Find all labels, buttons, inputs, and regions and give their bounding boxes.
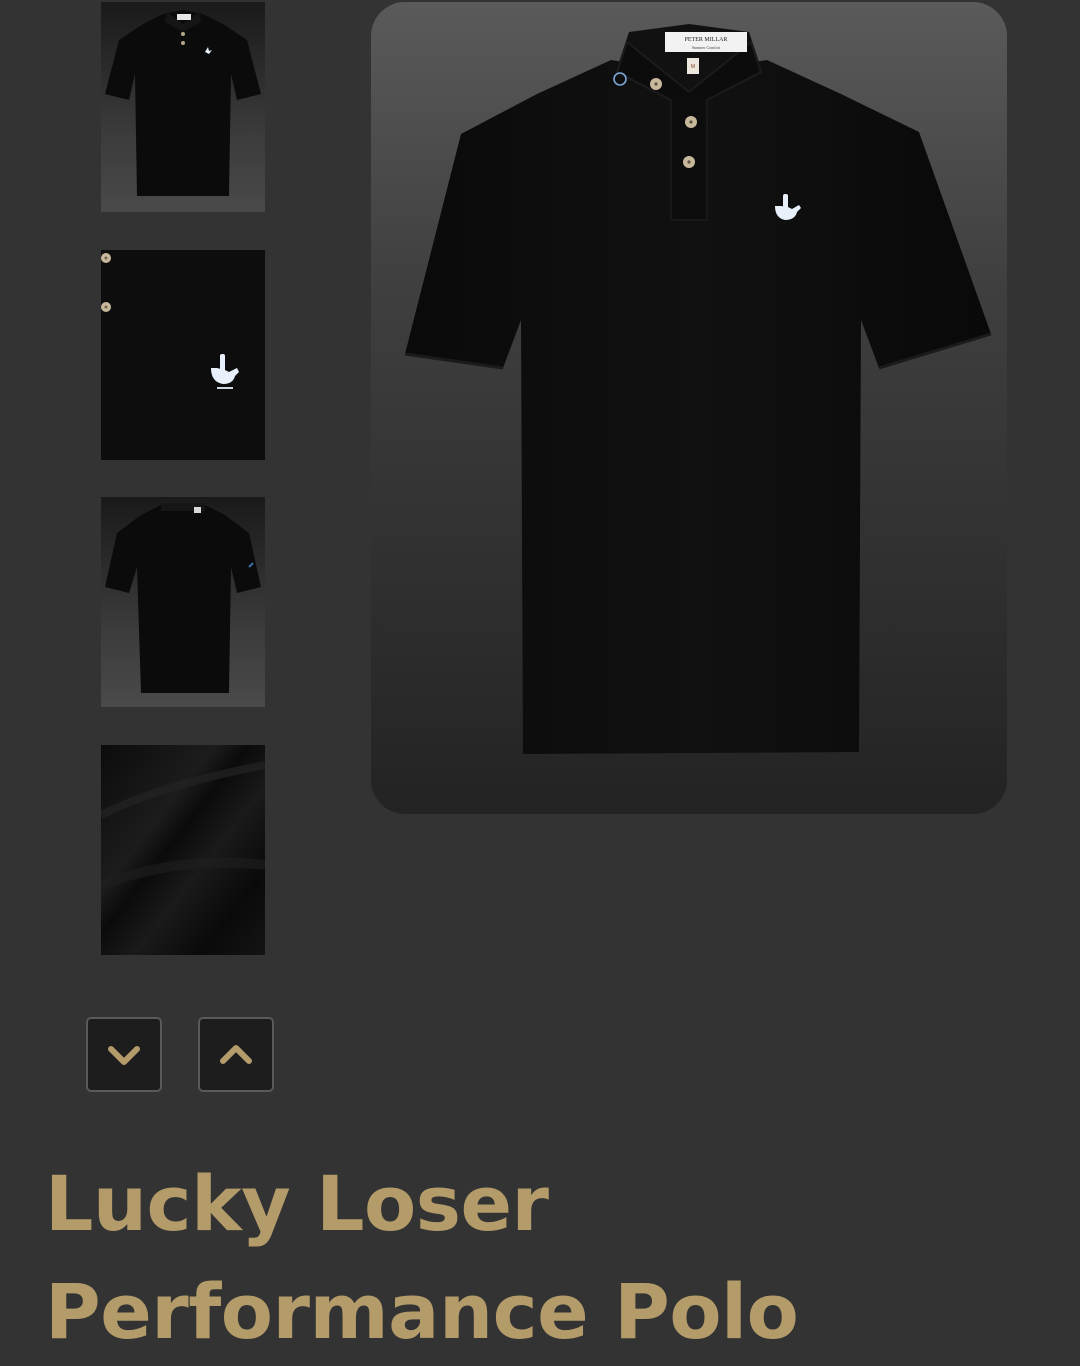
shirt-front-thumbnail-image [101,2,265,212]
polo-shirt-image: PETER MILLAR Summer Comfort M [371,2,1007,814]
gallery-scroll-up-button[interactable] [198,1017,274,1092]
thumbnail-front[interactable] [101,2,265,212]
thumbnail-logo-detail[interactable] [101,250,265,460]
size-tag-text: M [691,64,695,70]
thumbnail-back[interactable] [101,497,265,707]
logo-detail-thumbnail-image [101,250,265,460]
chevron-down-icon [108,1045,140,1065]
gallery-scroll-down-button[interactable] [86,1017,162,1092]
chevron-up-icon [220,1044,252,1064]
product-title: Lucky Loser Performance Polo [45,1159,799,1356]
thumbnail-fabric[interactable] [101,745,265,955]
fabric-thumbnail-image [101,745,265,955]
collar-label-subline: Summer Comfort [692,45,721,50]
shirt-back-thumbnail-image [101,497,265,707]
main-product-image[interactable]: PETER MILLAR Summer Comfort M [371,2,1007,814]
collar-label-brand: PETER MILLAR [685,37,728,43]
